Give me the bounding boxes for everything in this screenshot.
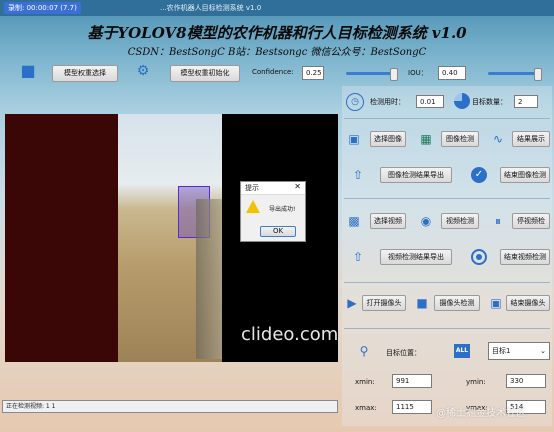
app-subtitle: CSDN：BestSongC B站：Bestsongc 微信公众号：BestSo… [127, 47, 427, 58]
pause-icon: ⏸ [494, 214, 501, 228]
iou-label: IOU： [408, 69, 428, 77]
init-weights-button[interactable]: 模型权重初始化 [170, 65, 240, 82]
dialog-ok-button[interactable]: OK [260, 226, 296, 237]
xmin-label: xmin: [355, 378, 375, 386]
window-titlebar: 录制: 00:00:07 (7.7) ...农作机器人目标检测系统 v1.0 [0, 0, 554, 16]
count-value: 2 [514, 95, 538, 108]
finish-image-detect-button[interactable]: 结束图像检测 [500, 167, 550, 183]
recording-badge: 录制: 00:00:07 (7.7) [4, 2, 81, 14]
ymin-label: ymin: [466, 378, 486, 386]
export-image-result-button[interactable]: 图像检测结果导出 [380, 167, 452, 183]
finish-camera-button[interactable]: 结束摄像头 [506, 295, 550, 311]
iou-slider[interactable] [488, 68, 542, 81]
chart-icon: ∿ [492, 132, 504, 146]
dialog-close-button[interactable]: ✕ [294, 182, 301, 191]
select-image-button[interactable]: 选择图像 [370, 131, 406, 147]
check-icon: ✓ [471, 167, 487, 183]
target-select[interactable]: 目标1 ⌄ [488, 342, 550, 360]
time-label: 检测用时： [370, 98, 405, 106]
site-watermark: @稀土掘金技术社区 [436, 408, 526, 419]
video-watermark: clideo.com [241, 324, 339, 345]
warning-icon [246, 200, 260, 213]
finish-video-detect-button[interactable]: 结束视频检测 [500, 249, 550, 265]
iou-input[interactable]: 0.40 [438, 66, 466, 80]
xmin-value: 991 [392, 374, 432, 388]
select-video-button[interactable]: 选择视频 [370, 213, 406, 229]
camera-stop-icon: ▣ [490, 296, 502, 310]
image-detect-icon: ▦ [420, 132, 432, 146]
record-icon [471, 249, 487, 265]
stop-video-button[interactable]: 停视频检 [512, 213, 550, 229]
app-title: 基于YOLOV8模型的农作机器和行人目标检测系统 v1.0 [87, 24, 467, 42]
divider [344, 198, 550, 199]
pie-icon [454, 93, 470, 109]
confidence-label: Confidence: [252, 68, 294, 76]
show-result-button[interactable]: 结果展示 [512, 131, 550, 147]
all-badge: ALL [454, 344, 470, 358]
chevron-down-icon: ⌄ [540, 347, 546, 355]
divider [344, 282, 550, 283]
xmax-value: 1115 [392, 400, 432, 414]
confidence-slider[interactable] [346, 68, 398, 81]
message-dialog: 提示 ✕ 导出成功! OK [240, 181, 306, 242]
camera-detect-button[interactable]: 摄像头检测 [434, 295, 480, 311]
video-left-band [5, 114, 118, 362]
image-icon: ▣ [348, 132, 360, 146]
dialog-titlebar: 提示 ✕ [241, 182, 305, 195]
xmax-label: xmax: [355, 404, 377, 412]
window-title: ...农作机器人目标检测系统 v1.0 [160, 4, 262, 12]
clock-icon: ◷ [346, 93, 364, 111]
count-label: 目标数量： [472, 98, 507, 106]
status-bar: 正在检测视频: 1 1 [2, 400, 338, 413]
dialog-title: 提示 [245, 184, 259, 192]
detect-image-button[interactable]: 图像检测 [441, 131, 479, 147]
export-icon: ⇧ [352, 168, 364, 182]
target-select-value: 目标1 [492, 347, 511, 355]
rail-track [196, 199, 222, 359]
divider [344, 118, 550, 119]
record-dot [476, 254, 482, 260]
divider [344, 328, 550, 329]
detect-video-button[interactable]: 视频检测 [441, 213, 479, 229]
video-camera-icon: ■ [416, 296, 428, 310]
export-video-result-button[interactable]: 视频检测结果导出 [380, 249, 452, 265]
confidence-input[interactable]: 0.25 [302, 66, 324, 80]
dialog-message: 导出成功! [269, 206, 296, 213]
location-icon: ⚲ [359, 344, 369, 358]
camera-icon: ▶ [347, 296, 357, 310]
target-position-label: 目标位置： [386, 349, 421, 357]
open-camera-button[interactable]: 打开摄像头 [362, 295, 406, 311]
gear-icon: ⚙ [136, 63, 150, 79]
cube-icon: ■ [20, 61, 36, 80]
export-icon: ⇧ [352, 250, 364, 264]
video-frame [118, 114, 222, 362]
time-value: 0.01 [416, 95, 444, 108]
ymin-value: 330 [506, 374, 546, 388]
webcam-icon: ◉ [420, 214, 432, 228]
video-file-icon: ▩ [348, 214, 360, 228]
select-weights-button[interactable]: 模型权重选择 [52, 65, 118, 82]
